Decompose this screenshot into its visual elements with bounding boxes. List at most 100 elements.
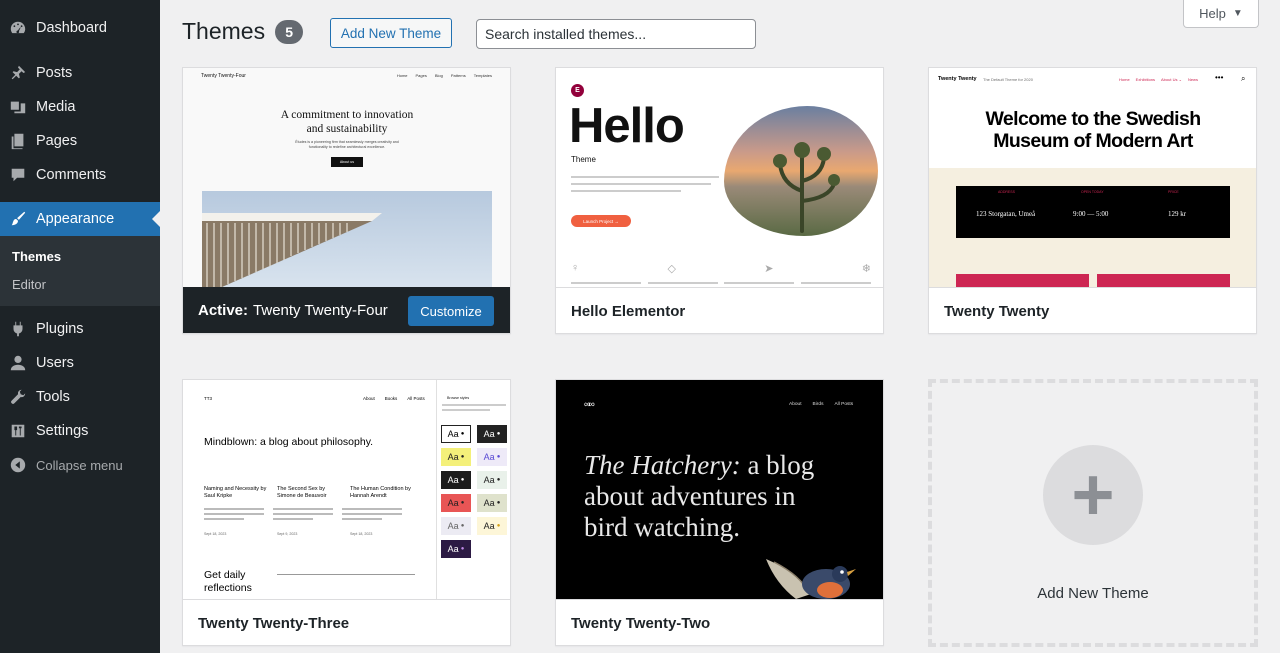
preview-nav-item: Home [396, 73, 408, 78]
preview-subtitle: Theme [571, 155, 596, 164]
preview-nav-item: Books [384, 396, 398, 401]
style-swatch: Aa ● [441, 494, 471, 512]
preview-post-date: Sept 18, 2023 [204, 532, 227, 536]
preview-brand: Twenty Twenty [938, 76, 977, 82]
sidebar-item-dashboard[interactable]: Dashboard [0, 10, 160, 46]
theme-name: Twenty Twenty-Four [253, 302, 388, 319]
theme-name-bar: Twenty Twenty [929, 287, 1256, 333]
preview-nav-item: About [363, 396, 375, 401]
preview-cactus-image [724, 106, 878, 236]
sidebar-separator [0, 192, 160, 202]
preview-heading: Mindblown: a blog about philosophy. [204, 436, 374, 448]
preview-info-label: OPEN TODAY [1081, 190, 1104, 194]
diamond-icon: ◇ [667, 263, 676, 275]
style-swatch: Aa ● [477, 517, 507, 535]
appearance-submenu: Themes Editor [0, 236, 160, 306]
sidebar-item-label: Users [36, 355, 74, 371]
theme-card-twenty-twenty-two[interactable]: ∞∞ About Birds All Posts The Hatchery: a… [555, 379, 884, 646]
paper-plane-icon: ➤ [764, 263, 774, 275]
sidebar-item-tools[interactable]: Tools [0, 380, 160, 414]
preview-bird-image [756, 554, 866, 599]
preview-info-box: ADDRESS OPEN TODAY PRICE 123 Storgatan, … [956, 186, 1230, 238]
add-new-theme-card[interactable]: + Add New Theme [928, 379, 1258, 647]
preview-brand: Twenty Twenty-Four [201, 73, 246, 79]
theme-card-twenty-twenty-three[interactable]: TT3 About Books All Posts Mindblown: a b… [182, 379, 511, 646]
preview-info-value: 9:00 — 5:00 [1073, 210, 1109, 218]
theme-name: Twenty Twenty-Two [571, 614, 711, 632]
preview-nav-item: Pages [415, 73, 427, 78]
preview-info-value: 123 Storgatan, Umeå [976, 210, 1036, 218]
theme-card-twenty-twenty[interactable]: Twenty Twenty The Default Theme for 2020… [928, 67, 1257, 334]
sidebar-item-plugins[interactable]: Plugins [0, 312, 160, 346]
brush-icon [0, 210, 36, 228]
theme-card-hello-elementor[interactable]: E Hello Theme Launch Project → ♀ ◇ ➤ ❄ H… [555, 67, 884, 334]
theme-name-bar: Active: Twenty Twenty-Four Customize [183, 287, 510, 333]
preview-heading: Welcome to the Swedish Museum of Modern … [985, 108, 1201, 152]
sidebar-item-comments[interactable]: Comments [0, 158, 160, 192]
preview-post-date: Sept 9, 2023 [277, 532, 298, 536]
help-button[interactable]: Help ▼ [1183, 0, 1259, 28]
plus-icon: + [1043, 445, 1143, 545]
preview-post-excerpts [204, 508, 414, 520]
preview-nav-item: News [1187, 77, 1198, 82]
sidebar-item-label: Tools [36, 389, 70, 405]
theme-name-bar: Twenty Twenty-Two [556, 599, 883, 645]
preview-brand: TT3 [204, 396, 213, 401]
theme-screenshot: TT3 About Books All Posts Mindblown: a b… [183, 380, 510, 599]
sidebar-item-label: Media [36, 99, 76, 115]
preview-tagline: The Default Theme for 2020 [983, 77, 1033, 82]
style-swatch-grid: Aa ● Aa ● Aa ● Aa ● Aa ● Aa ● Aa ● Aa ● Aa ● Aa ● … [441, 425, 509, 558]
customize-button[interactable]: Customize [408, 296, 494, 326]
admin-sidebar: Dashboard Posts Media Pages Comments App… [0, 0, 160, 653]
menu-dots-icon: ••• [1215, 73, 1224, 82]
theme-card-twenty-twenty-four[interactable]: Twenty Twenty-Four Home Pages Blog Patte… [182, 67, 511, 334]
theme-screenshot: Twenty Twenty The Default Theme for 2020… [929, 68, 1256, 287]
preview-nav-item: About Us ⌄ [1161, 77, 1182, 82]
theme-count-badge: 5 [275, 19, 304, 44]
preview-styles-panel: Browse styles Aa ● Aa ● Aa ● Aa ● Aa ● Aa ● Aa… [436, 380, 510, 599]
search-input[interactable] [476, 19, 756, 49]
theme-name: Hello Elementor [571, 302, 686, 320]
cactus-drawing [773, 142, 840, 233]
elementor-logo-icon: E [571, 84, 584, 97]
plug-icon [0, 320, 36, 338]
sidebar-item-users[interactable]: Users [0, 346, 160, 380]
preview-info-label: PRICE [1168, 190, 1179, 194]
preview-nav-item: Patterns [450, 73, 466, 78]
submenu-item-editor[interactable]: Editor [0, 270, 160, 298]
preview-nav: About Birds All Posts [789, 402, 853, 407]
sidebar-item-pages[interactable]: Pages [0, 124, 160, 158]
sliders-icon [0, 422, 36, 440]
sidebar-item-media[interactable]: Media [0, 90, 160, 124]
sidebar-item-label: Appearance [36, 211, 115, 227]
preview-info-value: 129 kr [1168, 210, 1187, 218]
preview-nav-item: Birds [812, 402, 824, 407]
collapse-menu-button[interactable]: Collapse menu [0, 448, 160, 482]
sidebar-item-label: Dashboard [36, 20, 107, 36]
sidebar-item-label: Settings [36, 423, 89, 439]
preview-image-block [1097, 274, 1230, 287]
user-icon [0, 354, 36, 372]
theme-name: Twenty Twenty [944, 302, 1050, 320]
sidebar-item-appearance[interactable]: Appearance [0, 202, 160, 236]
style-swatch: Aa ● [441, 448, 471, 466]
sidebar-item-settings[interactable]: Settings [0, 414, 160, 448]
sidebar-item-label: Plugins [36, 321, 84, 337]
styles-panel-title: Browse styles [447, 396, 470, 400]
submenu-item-themes[interactable]: Themes [0, 242, 160, 270]
preview-heading: Hello [569, 99, 685, 153]
theme-name: Twenty Twenty-Three [198, 614, 350, 632]
help-label: Help [1199, 6, 1226, 21]
add-new-theme-button[interactable]: Add New Theme [330, 18, 452, 48]
style-swatch: Aa ● [441, 471, 471, 489]
preview-nav-item: Exhibitions [1135, 77, 1156, 82]
sidebar-item-posts[interactable]: Posts [0, 56, 160, 90]
dashboard-icon [0, 19, 36, 37]
sidebar-item-label: Comments [36, 167, 107, 183]
style-swatch: Aa ● [441, 540, 471, 558]
preview-post-title: The Second Sex by Simone de Beauvoir [277, 486, 327, 499]
pin-icon [0, 64, 36, 82]
active-label: Active: [198, 302, 249, 319]
style-swatch: Aa ● [477, 471, 507, 489]
preview-body: Études is a pioneering firm that seamles… [295, 140, 399, 149]
